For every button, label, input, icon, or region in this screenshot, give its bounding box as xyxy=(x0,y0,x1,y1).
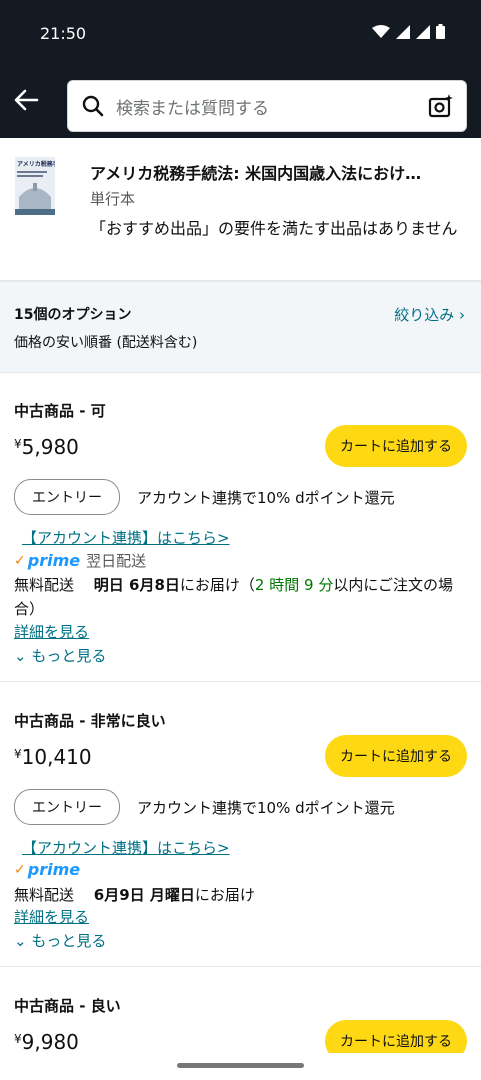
add-to-cart-button[interactable]: カートに追加する xyxy=(325,425,467,467)
gesture-nav-bar[interactable] xyxy=(177,1063,304,1068)
search-icon xyxy=(82,95,104,117)
delivery-date: 6月9日 月曜日 xyxy=(93,886,195,904)
currency-symbol: ¥ xyxy=(14,747,22,761)
option-count: 15個のオプション xyxy=(14,307,132,323)
show-more-toggle[interactable]: ⌄ もっと見る xyxy=(14,930,106,951)
chevron-down-icon: ⌄ xyxy=(14,647,32,665)
entry-button[interactable]: エントリー xyxy=(14,479,120,515)
delivery-info: 無料配送 明日 6月8日にお届け（2 時間 9 分以内にご注文の場合） xyxy=(14,573,469,621)
delivery-mid: にお届け xyxy=(194,886,255,904)
price-value: 10,410 xyxy=(21,745,92,769)
dpoint-text: アカウント連携で10% dポイント還元 xyxy=(137,799,395,817)
product-title[interactable]: アメリカ税務手続法: 米国内国歳入法におけ… xyxy=(90,160,460,184)
search-placeholder: 検索または質問する xyxy=(116,98,269,119)
chevron-down-icon: ⌄ xyxy=(14,932,32,950)
signal-icon-2 xyxy=(416,24,430,39)
offer-condition: 中古商品 - 可 xyxy=(14,402,106,420)
show-more-toggle[interactable]: ⌄ もっと見る xyxy=(14,645,106,666)
delivery-free: 無料配送 xyxy=(14,576,75,594)
product-format: 単行本 xyxy=(90,190,136,208)
offer-price: ¥9,980 xyxy=(14,1030,79,1053)
featured-offer-notice: 「おすすめ出品」の要件を満たす出品はありません xyxy=(90,219,458,238)
offer-item: 中古商品 - 非常に良い ¥10,410 カートに追加する エントリー アカウン… xyxy=(0,682,481,967)
show-more-label: もっと見る xyxy=(31,647,107,665)
status-bar: 21:50 xyxy=(0,0,481,64)
delivery-mid: にお届け（ xyxy=(179,576,255,594)
offer-price: ¥5,980 xyxy=(14,435,79,459)
offer-item: 中古商品 - 良い ¥9,980 カートに追加する xyxy=(0,967,481,1053)
details-link[interactable]: 詳細を見る xyxy=(14,621,89,642)
price-value: 9,980 xyxy=(21,1030,79,1053)
book-cover-thumbnail[interactable]: アメリカ税務手続法 xyxy=(15,157,55,215)
offer-price: ¥10,410 xyxy=(14,745,92,769)
battery-icon xyxy=(436,24,445,39)
signal-icon xyxy=(396,24,410,39)
account-link[interactable]: 【アカウント連携】はこちら> xyxy=(22,837,230,858)
account-link[interactable]: 【アカウント連携】はこちら> xyxy=(22,527,230,548)
delivery-countdown: 2 時間 9 分 xyxy=(254,576,334,594)
add-to-cart-button[interactable]: カートに追加する xyxy=(325,735,467,777)
currency-symbol: ¥ xyxy=(14,1032,22,1046)
prime-badge: ✓ prime xyxy=(14,860,80,879)
prime-logo: prime xyxy=(27,860,81,879)
next-day-delivery: 翌日配送 xyxy=(86,552,147,570)
search-input[interactable]: 検索または質問する xyxy=(67,80,467,132)
delivery-free: 無料配送 xyxy=(14,886,75,904)
wifi-icon xyxy=(372,24,390,38)
status-time: 21:50 xyxy=(40,24,87,43)
show-more-label: もっと見る xyxy=(31,932,107,950)
back-arrow-icon[interactable] xyxy=(12,86,40,114)
search-bar: 検索または質問する xyxy=(0,64,481,138)
delivery-date: 明日 6月8日 xyxy=(93,576,180,594)
price-value: 5,980 xyxy=(21,435,79,459)
offer-condition: 中古商品 - 非常に良い xyxy=(14,712,166,730)
prime-check-icon: ✓ xyxy=(14,861,26,878)
prime-badge: ✓ prime 翌日配送 xyxy=(14,550,146,571)
prime-logo: prime xyxy=(27,551,81,570)
delivery-info: 無料配送 6月9日 月曜日にお届け xyxy=(14,883,469,907)
offer-condition: 中古商品 - 良い xyxy=(14,997,121,1015)
sort-order: 価格の安い順番 (配送料含む) xyxy=(14,335,198,351)
filter-button[interactable]: 絞り込み › xyxy=(394,304,465,325)
offer-item: 中古商品 - 可 ¥5,980 カートに追加する エントリー アカウント連携で1… xyxy=(0,372,481,682)
thumb-title: アメリカ税務手続法 xyxy=(17,160,55,168)
dpoint-text: アカウント連携で10% dポイント還元 xyxy=(137,489,395,507)
camera-search-icon[interactable] xyxy=(428,93,454,119)
details-link[interactable]: 詳細を見る xyxy=(14,906,89,927)
add-to-cart-button[interactable]: カートに追加する xyxy=(325,1020,467,1053)
prime-check-icon: ✓ xyxy=(14,552,26,569)
status-icons xyxy=(372,24,445,39)
currency-symbol: ¥ xyxy=(14,437,22,451)
options-bar: 15個のオプション 価格の安い順番 (配送料含む) 絞り込み › xyxy=(0,281,481,373)
entry-button[interactable]: エントリー xyxy=(14,789,120,825)
